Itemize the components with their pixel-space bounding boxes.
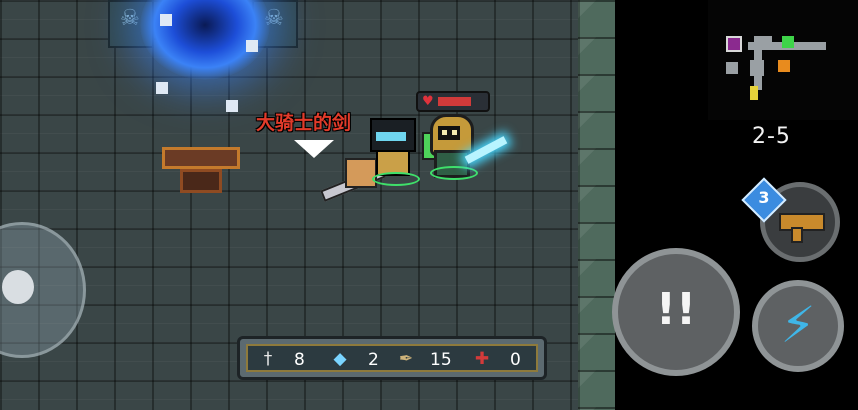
- materials-count: 15: [430, 350, 452, 370]
- minimap-chest-room: [778, 60, 790, 72]
- minimap-room: [726, 62, 738, 74]
- player-eye: [452, 130, 457, 135]
- rifle-stock: [791, 227, 803, 243]
- minimap-start-room: [750, 86, 758, 100]
- cat-visor: [376, 132, 406, 141]
- skull-icon: ☠: [120, 6, 140, 31]
- portal-spark: [156, 82, 168, 94]
- dungeon-wall: [578, 0, 615, 410]
- ammo-cost: 3: [758, 188, 770, 207]
- skill-button[interactable]: ⚡: [752, 280, 844, 372]
- player-ring: [430, 166, 478, 180]
- joystick-knob[interactable]: [2, 270, 34, 304]
- feather-icon: ✒: [398, 349, 414, 369]
- gem-icon: ◆: [333, 349, 347, 369]
- chest-lid: [162, 147, 240, 169]
- portal-spark: [226, 100, 238, 112]
- pickup-pointer-icon: [294, 140, 334, 158]
- companion-cat: [370, 118, 416, 176]
- attack-button[interactable]: !!: [612, 248, 740, 376]
- dropped-weapon-label: 大骑士的剑: [256, 112, 352, 134]
- cross-icon: ✚: [474, 349, 490, 369]
- resource-bar: † 8 ◆ 2 ✒ 15 ✚ 0: [237, 336, 547, 380]
- portal-spark: [160, 14, 172, 26]
- chest-base: [180, 169, 222, 193]
- heart-icon: ♥: [422, 94, 434, 109]
- sword-icon: †: [263, 349, 273, 369]
- minimap[interactable]: [708, 0, 858, 120]
- minimap-current-room: [782, 36, 794, 48]
- treasure-chest[interactable]: [162, 147, 240, 193]
- minimap-shop-room: [726, 36, 742, 52]
- player-eye: [442, 130, 447, 135]
- resource-bar-inner: † 8 ◆ 2 ✒ 15 ✚ 0: [246, 344, 538, 372]
- weapons-count: 8: [294, 350, 305, 370]
- parts-count: 0: [510, 350, 521, 370]
- game-screen: ☠ ☠ 大骑士的剑 ♥ † 8 ◆ 2 ✒ 15 ✚ 0 2-5 3 !! ⚡: [0, 0, 858, 410]
- health-fill: [438, 97, 471, 106]
- minimap-room: [750, 60, 764, 76]
- companion-ring: [372, 172, 420, 186]
- player-health-bar: ♥: [416, 91, 490, 112]
- lightning-icon: ⚡: [780, 296, 816, 354]
- attack-icon: !!: [655, 284, 697, 335]
- minimap-room: [760, 36, 772, 48]
- level-indicator: 2-5: [752, 124, 791, 149]
- gems-count: 2: [368, 350, 379, 370]
- portal-spark: [246, 40, 258, 52]
